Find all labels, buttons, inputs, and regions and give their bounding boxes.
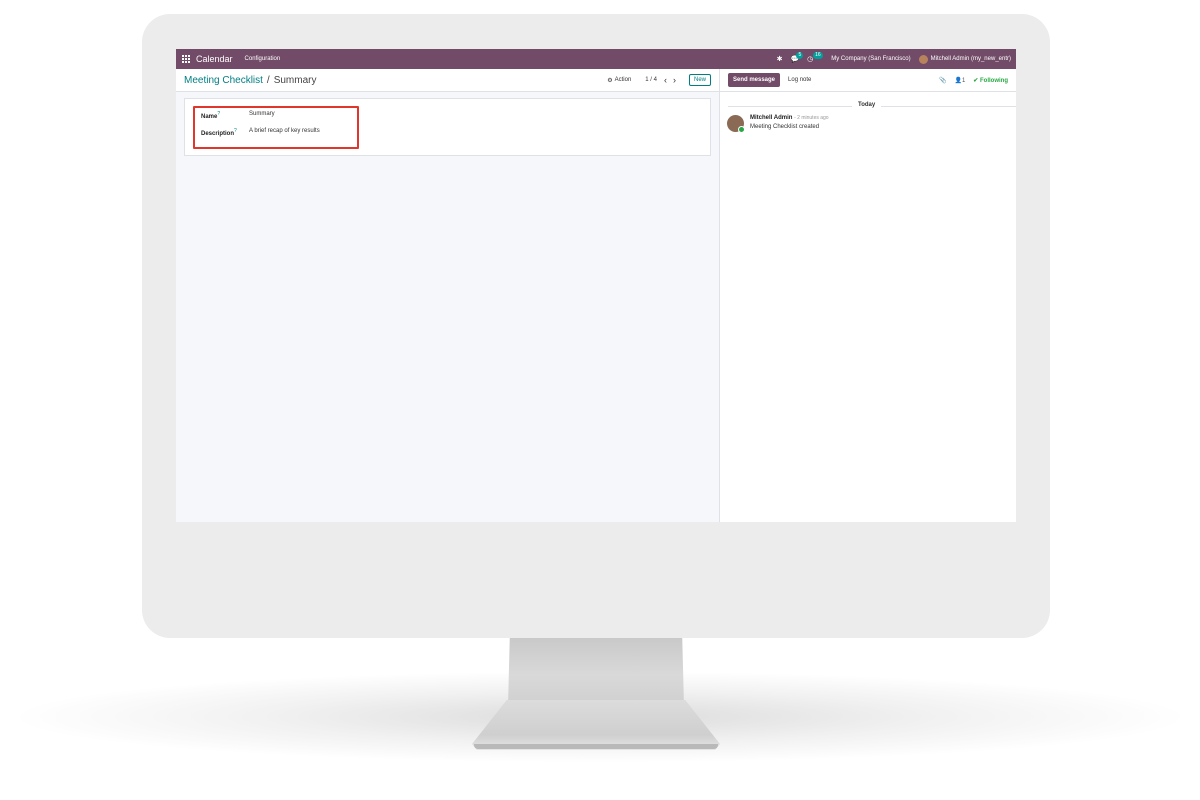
company-switcher[interactable]: My Company (San Francisco) — [831, 56, 910, 62]
breadcrumb-current: Summary — [273, 74, 317, 86]
message-text: Meeting Checklist created — [750, 124, 820, 130]
followers-button[interactable]: 👤1 — [954, 77, 965, 84]
field-name: Name? Summary — [201, 111, 275, 120]
gear-icon: ⚙ — [607, 77, 613, 84]
bug-icon[interactable]: ✱ — [777, 56, 783, 63]
monitor-stand-neck — [508, 638, 684, 706]
chatter-tools: 📎 👤1 ✔ Following — [939, 77, 1016, 84]
chat-icon[interactable]: 💬 5 — [790, 51, 804, 63]
monitor-stand-base — [472, 700, 720, 750]
user-avatar — [918, 54, 928, 64]
date-separator: Today — [720, 101, 1016, 111]
field-name-value[interactable]: Summary — [249, 111, 275, 120]
monitor-stand-lip — [474, 744, 718, 749]
control-panel: Meeting Checklist / Summary ⚙ Action 1 /… — [176, 69, 719, 92]
activities-badge: 16 — [813, 51, 823, 59]
log-note-button[interactable]: Log note — [788, 77, 811, 83]
pager-value[interactable]: 1 / 4 — [645, 77, 657, 83]
action-button[interactable]: ⚙ Action — [607, 77, 631, 84]
new-button[interactable]: New — [688, 74, 711, 86]
form-sheet: Name? Summary Description? A brief recap… — [184, 98, 711, 156]
top-navbar: Calendar Configuration ✱ 💬 5 ◷ 16 My Compa… — [176, 49, 1016, 69]
help-icon[interactable]: ? — [217, 111, 220, 117]
form-view: Name? Summary Description? A brief recap… — [176, 92, 719, 522]
field-description-value[interactable]: A brief recap of key results — [249, 128, 320, 137]
stage: Calendar Configuration ✱ 💬 5 ◷ 16 My Compa… — [0, 0, 1200, 800]
check-icon: ✔ — [973, 77, 980, 84]
message-author[interactable]: Mitchell Admin — [750, 115, 792, 121]
user-menu[interactable]: Mitchell Admin (my_new_entr) — [918, 54, 1011, 64]
field-description-label: Description? — [201, 128, 237, 137]
messages-badge: 5 — [796, 51, 804, 59]
app-name[interactable]: Calendar — [196, 54, 233, 64]
date-separator-label: Today — [852, 102, 882, 108]
chevron-left-icon[interactable]: ‹ — [664, 75, 667, 85]
action-label: Action — [614, 77, 632, 83]
control-actions: ⚙ Action 1 / 4 ‹ › New — [607, 74, 719, 86]
send-message-button[interactable]: Send message — [728, 73, 781, 87]
person-icon: 👤 — [954, 77, 962, 84]
navbar-systray: ✱ 💬 5 ◷ 16 My Company (San Francisco) Mitc… — [777, 51, 1016, 64]
menu-configuration[interactable]: Configuration — [245, 56, 281, 62]
clock-icon[interactable]: ◷ 16 — [807, 51, 823, 63]
chatter-message: Mitchell Admin - 2 minutes ago Meeting C… — [727, 115, 829, 133]
user-name: Mitchell Admin (my_new_entr) — [930, 56, 1011, 62]
author-avatar[interactable] — [727, 115, 745, 133]
chevron-right-icon[interactable]: › — [673, 75, 676, 85]
help-icon[interactable]: ? — [234, 128, 237, 134]
chatter-topbar: Send message Log note 📎 👤1 ✔ Following — [720, 69, 1016, 92]
field-name-label: Name? — [201, 111, 221, 120]
message-body: Mitchell Admin - 2 minutes ago Meeting C… — [750, 115, 829, 132]
breadcrumb-separator: / — [266, 74, 270, 86]
paperclip-icon[interactable]: 📎 — [939, 77, 946, 84]
message-time: - 2 minutes ago — [794, 115, 829, 121]
breadcrumb-parent[interactable]: Meeting Checklist — [184, 75, 263, 86]
apps-menu-icon[interactable] — [182, 55, 190, 63]
chatter-panel: Send message Log note 📎 👤1 ✔ Following T… — [719, 69, 1016, 522]
field-description: Description? A brief recap of key result… — [201, 128, 320, 137]
screen: Calendar Configuration ✱ 💬 5 ◷ 16 My Compa… — [176, 49, 1016, 522]
following-button[interactable]: ✔ Following — [973, 77, 1008, 84]
